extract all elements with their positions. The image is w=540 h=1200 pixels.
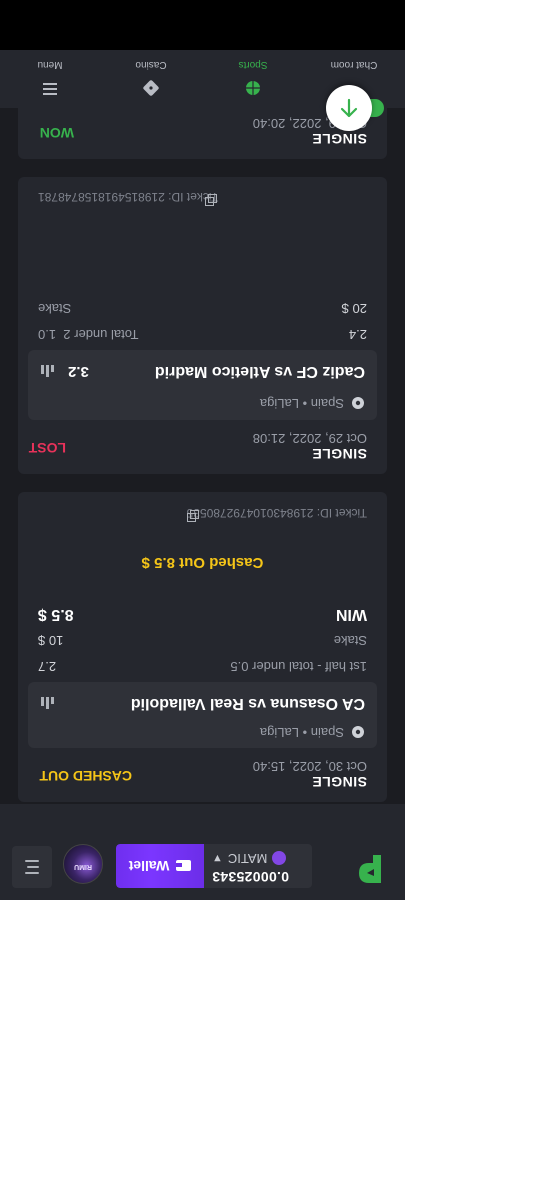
stats-icon[interactable]	[40, 692, 54, 710]
win-amount: 8.5 $	[38, 606, 74, 623]
scroll-down-button[interactable]	[326, 85, 372, 131]
nav-label: Casino	[135, 59, 167, 70]
stake-value: 10 $	[38, 633, 64, 648]
match-teams: Cadiz CF vs Atletico Madrid	[154, 363, 365, 380]
bet-type: SINGLE	[311, 446, 367, 462]
arrow-up-icon	[340, 98, 358, 118]
bet-type: SINGLE	[311, 131, 367, 147]
nav-label: Menu	[37, 59, 63, 70]
nav-item-sports[interactable]: Sports	[213, 50, 293, 108]
stake-value: 20 $	[341, 301, 367, 316]
match-odds: 3.2	[68, 363, 89, 380]
balance-display[interactable]: 0.00025343 MATIC ▼	[212, 851, 289, 885]
league-label: Spain • LaLiga	[259, 725, 344, 740]
win-label: WIN	[335, 606, 367, 623]
avatar-text: RIMU	[74, 863, 92, 870]
market-label: Total under 2 1.0	[38, 327, 138, 342]
wallet-button[interactable]: Wallet	[116, 844, 204, 888]
wallet-label: Wallet	[128, 858, 170, 874]
copy-icon[interactable]	[186, 504, 199, 522]
avatar[interactable]: RIMU	[63, 844, 103, 884]
bet-card: SINGLE Oct 30, 2022, 15:40 CASHED OUT Sp…	[18, 492, 387, 802]
wallet-icon	[176, 860, 192, 872]
status-bar	[0, 0, 405, 50]
bet-type: SINGLE	[311, 774, 367, 790]
nav-item-menu[interactable]: Menu	[10, 50, 90, 108]
match-box[interactable]: Spain • LaLiga Cadiz CF vs Atletico Madr…	[28, 350, 377, 420]
bet-date: Oct 30, 2022, 15:40	[252, 759, 367, 774]
payout-value: 2.4	[348, 327, 367, 342]
status-badge: CASHED OUT	[39, 768, 132, 784]
nav-label: Sports	[238, 59, 268, 70]
menu-icon	[43, 78, 57, 96]
brand-logo-icon[interactable]	[357, 852, 385, 886]
soccer-ball-icon	[351, 391, 365, 410]
bet-card: SINGLE Oct 29, 2022, 21:08 LOST Spain • …	[18, 177, 387, 474]
market-odds: 2.7	[38, 659, 57, 674]
match-teams: CA Osasuna vs Real Valladolid	[130, 695, 365, 712]
status-badge: WON	[39, 125, 74, 141]
ticket-id: Ticket ID: 2198154918158748781	[38, 190, 219, 204]
header-bar: 0.00025343 MATIC ▼ Wallet RIMU	[0, 804, 405, 900]
league-label: Spain • LaLiga	[259, 396, 344, 411]
currency-label: MATIC	[227, 851, 268, 866]
status-badge: LOST	[28, 440, 66, 456]
soccer-ball-icon	[351, 720, 365, 739]
market-odds: 1.0	[38, 327, 57, 342]
stats-icon[interactable]	[40, 360, 54, 378]
cashed-out-note: Cashed Out 8.5 $	[141, 554, 264, 571]
match-box[interactable]: Spain • LaLiga CA Osasuna vs Real Vallad…	[28, 682, 377, 748]
nav-label: Chat room	[330, 59, 378, 70]
basketball-icon	[245, 75, 261, 96]
matic-coin-icon	[272, 851, 287, 866]
chevron-down-icon[interactable]: ▼	[212, 853, 223, 865]
market-name: Total under 2	[63, 327, 139, 342]
menu-button[interactable]	[12, 846, 52, 888]
dice-icon	[143, 75, 159, 96]
stake-label: Stake	[333, 633, 367, 648]
nav-item-casino[interactable]: Casino	[111, 50, 191, 108]
market-label: 1st half - total under 0.5	[230, 659, 367, 674]
stake-label: Stake	[38, 301, 72, 316]
copy-icon[interactable]	[204, 188, 217, 206]
wallet-group: 0.00025343 MATIC ▼ Wallet	[116, 844, 312, 888]
bet-date: Oct 29, 2022, 21:08	[252, 431, 367, 446]
ticket-id: Ticket ID: 2198430104792780535	[186, 506, 367, 520]
balance-amount: 0.00025343	[212, 869, 289, 885]
app-screen: 0.00025343 MATIC ▼ Wallet RIMU SINGLE Oc…	[0, 0, 405, 900]
